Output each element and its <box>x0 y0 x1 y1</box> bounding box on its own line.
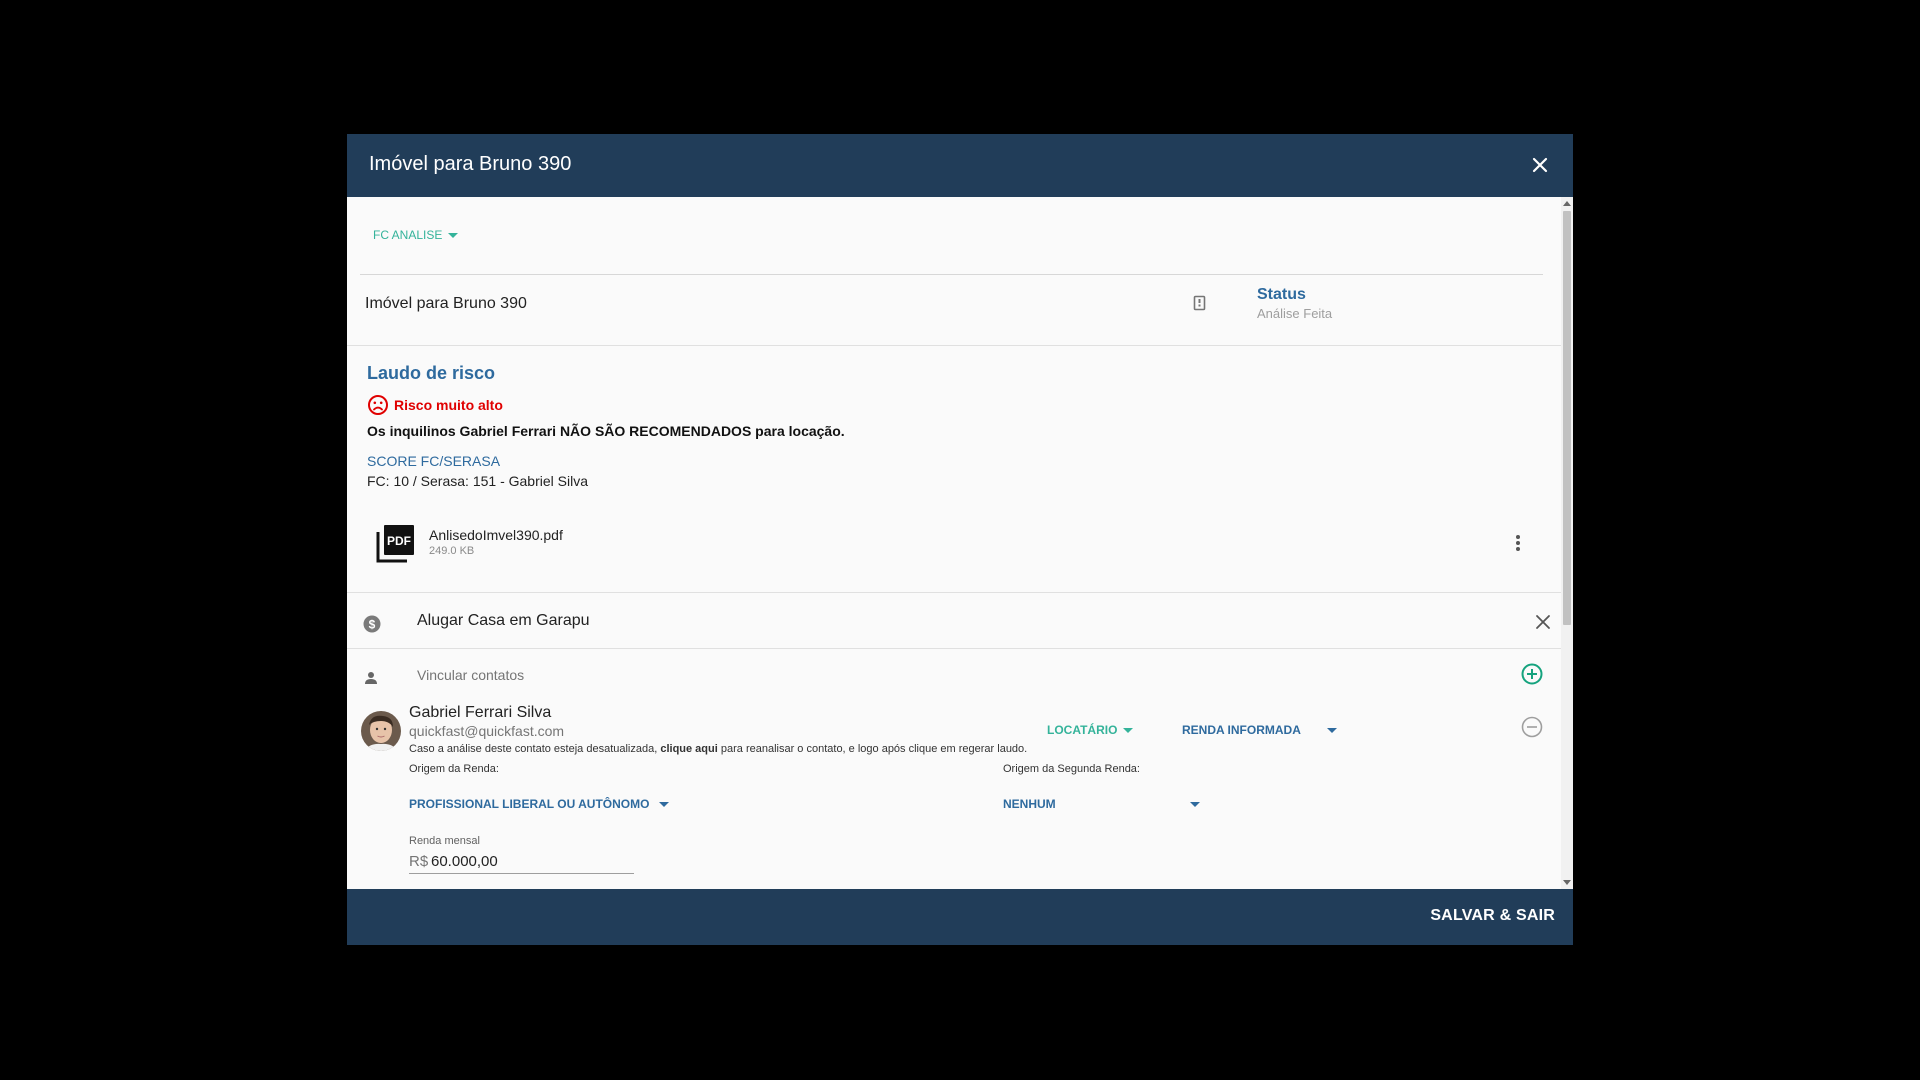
risk-level: Risco muito alto <box>394 397 503 413</box>
risk-message: Os inquilinos Gabriel Ferrari NÃO SÃO RE… <box>367 423 845 439</box>
second-income-origin-label: Origem da Segunda Renda: <box>1003 763 1140 775</box>
svg-text:$: $ <box>369 618 376 632</box>
monthly-income-input[interactable]: 60.000,00 <box>431 853 498 870</box>
income-origin-value: PROFISSIONAL LIBERAL OU AUTÔNOMO <box>409 797 650 811</box>
pipeline-stage-label: FC ANALISE <box>373 228 443 242</box>
deal-name[interactable]: Alugar Casa em Garapu <box>417 612 590 630</box>
contact-email: quickfast@quickfast.com <box>409 723 565 739</box>
income-type-select[interactable]: RENDA INFORMADA <box>1182 723 1337 737</box>
note-text: para reanalisar o contato, e logo após c… <box>717 743 1028 755</box>
score-label: SCORE FC/SERASA <box>367 453 501 469</box>
scroll-thumb[interactable] <box>1563 211 1571 625</box>
caret-down-icon <box>1123 728 1134 734</box>
dollar-icon: $ <box>363 615 381 638</box>
scroll-down-icon[interactable] <box>1563 880 1571 885</box>
remove-circle-icon[interactable] <box>1521 716 1543 743</box>
contact-role-label: LOCATÁRIO <box>1047 723 1118 737</box>
currency-prefix: R$ <box>409 853 429 870</box>
sad-face-icon <box>367 394 389 421</box>
modal-title: Imóvel para Bruno 390 <box>369 153 572 175</box>
add-circle-icon[interactable] <box>1521 663 1543 690</box>
pipeline-stage-select[interactable]: FC ANALISE <box>373 228 459 242</box>
caret-down-icon <box>1326 728 1337 734</box>
caret-down-icon <box>659 802 670 808</box>
pdf-icon[interactable]: PDF <box>375 522 417 569</box>
modal-footer: SALVAR & SAIR <box>347 889 1573 945</box>
divider <box>360 274 1543 275</box>
property-modal: Imóvel para Bruno 390 FC ANALISE Imóvel … <box>347 134 1573 945</box>
income-origin-label: Origem da Renda: <box>409 763 499 775</box>
divider <box>347 592 1561 593</box>
laudo-title: Laudo de risco <box>367 363 496 383</box>
scroll-up-icon[interactable] <box>1563 201 1571 206</box>
document-icon[interactable] <box>1193 295 1207 316</box>
status-label: Status <box>1257 286 1306 303</box>
caret-down-icon <box>448 233 459 239</box>
avatar <box>361 711 401 751</box>
link-contacts-input[interactable]: Vincular contatos <box>417 667 524 683</box>
contact-role-select[interactable]: LOCATÁRIO <box>1047 723 1134 737</box>
more-vert-icon[interactable] <box>1515 534 1521 557</box>
income-origin-select[interactable]: PROFISSIONAL LIBERAL OU AUTÔNOMO <box>409 797 670 811</box>
input-underline <box>409 873 634 874</box>
score-value: FC: 10 / Serasa: 151 - Gabriel Silva <box>367 473 588 489</box>
second-income-origin-select[interactable]: NENHUM <box>1003 797 1200 811</box>
second-income-origin-value: NENHUM <box>1003 797 1056 811</box>
contact-name[interactable]: Gabriel Ferrari Silva <box>409 704 551 722</box>
contact-reanalyze-note: Caso a análise deste contato esteja desa… <box>409 743 1027 755</box>
attachment-filename[interactable]: AnlisedoImvel390.pdf <box>429 527 563 543</box>
save-and-exit-button[interactable]: SALVAR & SAIR <box>1430 907 1555 925</box>
modal-header: Imóvel para Bruno 390 <box>347 134 1573 197</box>
close-icon[interactable] <box>1535 614 1551 635</box>
caret-down-icon <box>1189 802 1200 808</box>
scrollbar[interactable] <box>1561 197 1573 889</box>
income-type-label: RENDA INFORMADA <box>1182 723 1301 737</box>
attachment-size: 249.0 KB <box>429 545 475 557</box>
status-value: Análise Feita <box>1257 306 1333 321</box>
svg-text:PDF: PDF <box>387 534 411 548</box>
modal-content: FC ANALISE Imóvel para Bruno 390 Status … <box>347 197 1573 889</box>
divider <box>347 345 1561 346</box>
property-name: Imóvel para Bruno 390 <box>365 295 527 312</box>
person-icon <box>364 671 378 690</box>
close-icon[interactable] <box>1527 152 1553 178</box>
monthly-income-label: Renda mensal <box>409 835 480 847</box>
note-text: Caso a análise deste contato esteja desa… <box>409 743 661 755</box>
reanalyze-link[interactable]: clique aqui <box>660 743 717 755</box>
divider <box>347 648 1561 649</box>
